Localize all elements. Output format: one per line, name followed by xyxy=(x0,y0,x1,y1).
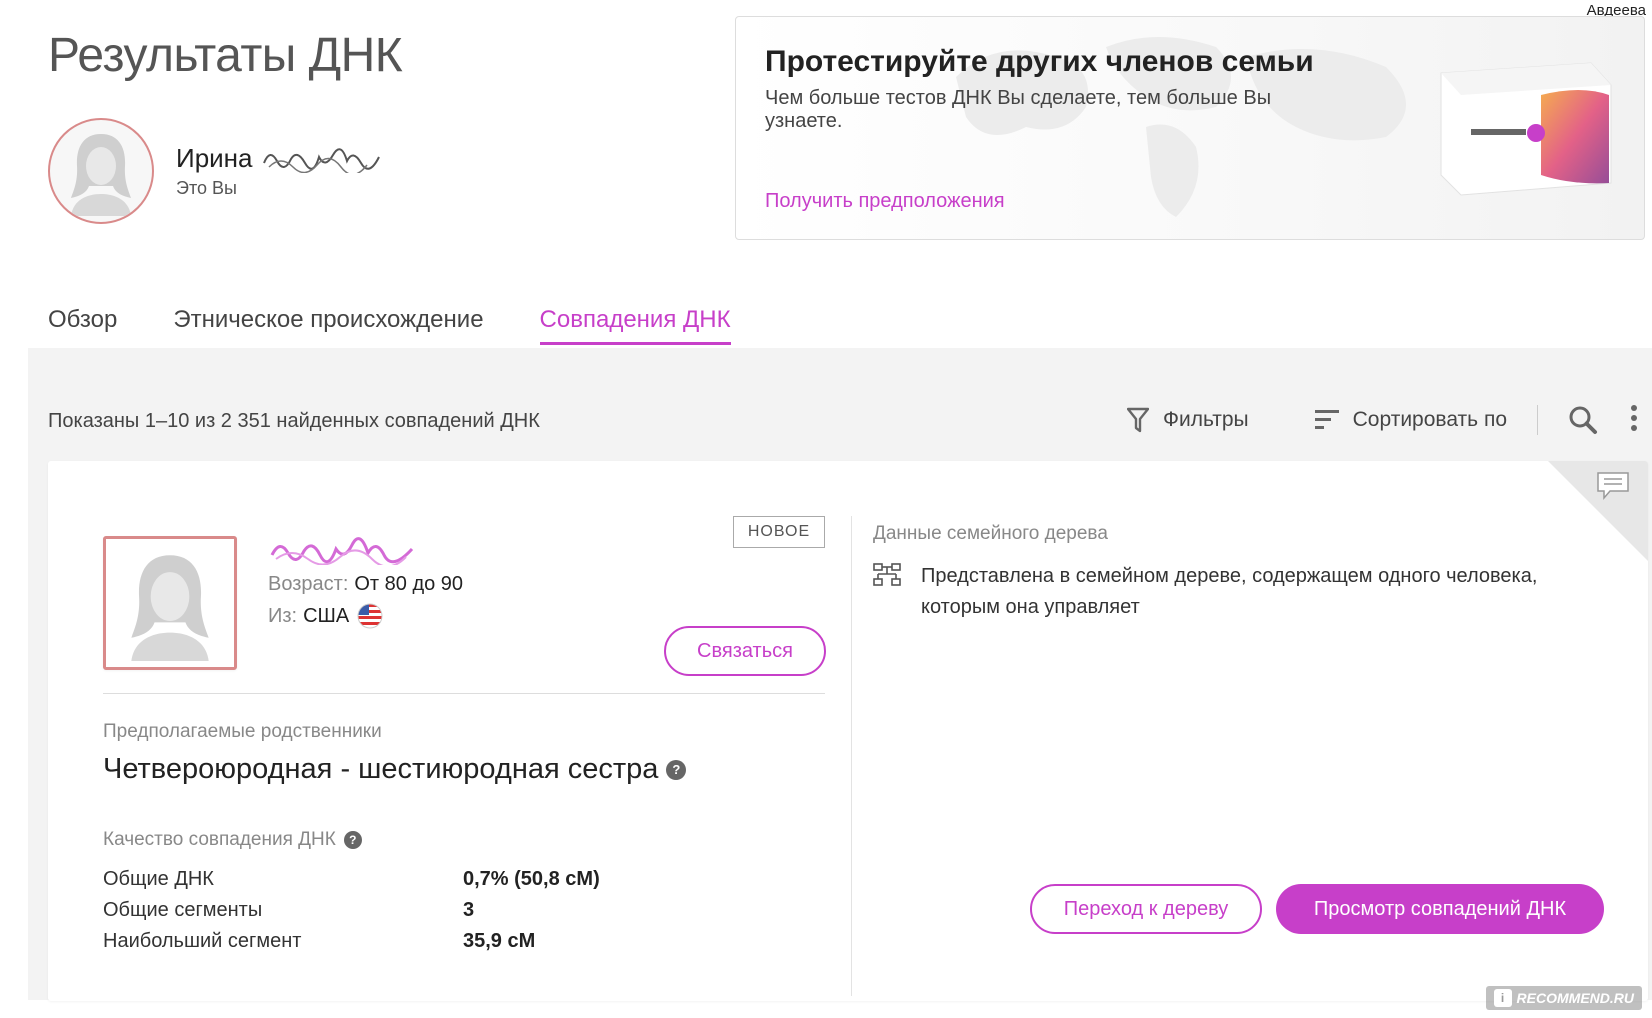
match-age: Возраст: От 80 до 90 xyxy=(268,573,463,596)
toolbar-divider xyxy=(1537,405,1538,435)
user-subtitle: Это Вы xyxy=(176,178,237,198)
chat-icon[interactable] xyxy=(1596,471,1630,501)
match-quality-label: Качество совпадения ДНК ? xyxy=(103,829,362,851)
age-value: От 80 до 90 xyxy=(354,573,464,595)
name-scribble-icon xyxy=(262,147,380,173)
card-vertical-divider xyxy=(851,516,852,996)
female-avatar-icon xyxy=(71,134,131,216)
match-name-scribble-icon[interactable] xyxy=(268,533,418,565)
match-origin: Из: США xyxy=(268,603,383,629)
watermark: i RECOMMEND.RU xyxy=(1485,986,1642,1010)
sort-button[interactable]: Сортировать по xyxy=(1314,408,1507,432)
match-stats: Общие ДНК 0,7% (50,8 сМ) Общие сегменты … xyxy=(103,864,600,957)
card-divider xyxy=(103,693,825,694)
stat-key: Общие ДНК xyxy=(103,868,214,890)
origin-label: Из: xyxy=(268,604,298,627)
promo-link[interactable]: Получить предположения xyxy=(765,190,1005,213)
match-card: Возраст: От 80 до 90 Из: США НОВОЕ Связать… xyxy=(48,461,1648,1001)
filters-button[interactable]: Фильтры xyxy=(1127,407,1249,433)
user-profile: Ирина Это Вы xyxy=(48,118,383,224)
tab-overview[interactable]: Обзор xyxy=(48,306,117,345)
stat-key: Наибольший сегмент xyxy=(103,930,302,952)
view-dna-match-button[interactable]: Просмотр совпадений ДНК xyxy=(1276,884,1604,934)
family-tree-icon xyxy=(873,563,901,586)
tab-ethnicity[interactable]: Этническое происхождение xyxy=(173,306,483,345)
recommend-logo-icon: i xyxy=(1493,989,1512,1007)
tab-dna-matches[interactable]: Совпадения ДНК xyxy=(539,306,731,345)
search-icon xyxy=(1569,406,1597,434)
go-to-tree-button[interactable]: Переход к дереву xyxy=(1030,884,1262,934)
stat-key: Общие сегменты xyxy=(103,899,263,921)
user-avatar[interactable] xyxy=(48,118,154,224)
origin-value: США xyxy=(303,604,350,627)
relationship-label: Предполагаемые родственники xyxy=(103,721,382,742)
promo-title: Протестируйте других членов семьи xyxy=(765,45,1314,78)
relationship-value: Четвероюродная - шестиюродная сестра ? xyxy=(103,753,687,786)
user-name: Ирина xyxy=(176,143,383,174)
filters-label: Фильтры xyxy=(1163,408,1249,431)
tree-info: Представлена в семейном дереве, содержащ… xyxy=(873,561,1581,623)
us-flag-icon xyxy=(357,603,383,629)
stat-row: Общие сегменты 3 xyxy=(103,895,600,926)
female-avatar-icon xyxy=(131,555,209,661)
matches-toolbar: Фильтры Сортировать по xyxy=(1061,400,1652,440)
new-badge: НОВОЕ xyxy=(733,516,825,548)
page-title: Результаты ДНК xyxy=(48,29,403,82)
tree-info-text: Представлена в семейном дереве, содержащ… xyxy=(921,565,1538,618)
contact-button[interactable]: Связаться xyxy=(664,626,826,676)
search-button[interactable] xyxy=(1568,405,1598,435)
more-options-button[interactable] xyxy=(1630,404,1638,437)
kebab-menu-icon xyxy=(1631,404,1637,431)
stat-value: 3 xyxy=(463,899,475,921)
age-label: Возраст: xyxy=(268,573,349,595)
matches-panel: Показаны 1–10 из 2 351 найденных совпаде… xyxy=(28,348,1652,1001)
results-count: Показаны 1–10 из 2 351 найденных совпаде… xyxy=(48,410,540,432)
sort-icon xyxy=(1314,410,1339,429)
dna-kit-box-image xyxy=(1440,62,1612,196)
filter-icon xyxy=(1127,407,1149,433)
stat-row: Общие ДНК 0,7% (50,8 сМ) xyxy=(103,864,600,895)
sort-label: Сортировать по xyxy=(1352,408,1507,431)
match-avatar[interactable] xyxy=(103,536,237,670)
stat-row: Наибольший сегмент 35,9 сМ xyxy=(103,926,600,957)
tabs: Обзор Этническое происхождение Совпадени… xyxy=(48,306,787,345)
tree-data-label: Данные семейного дерева xyxy=(873,523,1108,544)
stat-value: 35,9 сМ xyxy=(463,930,536,952)
help-icon[interactable]: ? xyxy=(666,759,687,780)
stat-value: 0,7% (50,8 сМ) xyxy=(463,868,600,890)
promo-banner: Протестируйте других членов семьи Чем бо… xyxy=(735,16,1645,240)
promo-text: Чем больше тестов ДНК Вы сделаете, тем б… xyxy=(765,87,1272,132)
help-icon[interactable]: ? xyxy=(343,831,362,849)
